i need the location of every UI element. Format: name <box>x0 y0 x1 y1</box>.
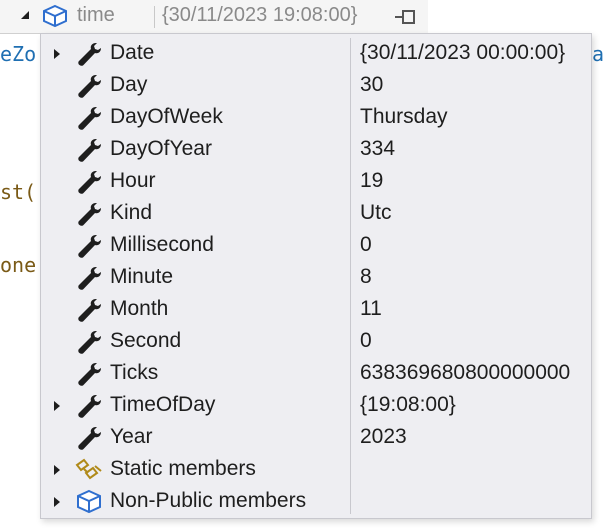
member-row[interactable]: Hour 19 <box>41 166 593 198</box>
member-row[interactable]: Static members <box>41 454 593 486</box>
wrench-icon <box>75 201 103 227</box>
expand-arrow-icon[interactable] <box>54 497 60 507</box>
member-name: Millisecond <box>110 233 214 256</box>
member-name: Year <box>110 425 153 448</box>
member-value: Thursday <box>360 105 448 128</box>
wrench-icon <box>75 73 103 99</box>
member-row[interactable]: Millisecond 0 <box>41 230 593 262</box>
datatip-popup: Date {30/11/2023 00:00:00} Day 30 DayOfWeek T… <box>40 33 592 519</box>
member-row[interactable]: Non-Public members <box>41 486 593 518</box>
member-value: 2023 <box>360 425 407 448</box>
variable-value: {30/11/2023 19:08:00} <box>162 4 358 26</box>
member-value: 0 <box>360 329 372 352</box>
member-name: Kind <box>110 201 153 224</box>
member-name: Month <box>110 297 169 320</box>
wrench-icon <box>75 265 103 291</box>
wrench-icon <box>75 105 103 131</box>
member-value: 19 <box>360 169 384 192</box>
member-value: {30/11/2023 00:00:00} <box>360 41 566 64</box>
member-name: Hour <box>110 169 156 192</box>
wrench-icon <box>75 169 103 195</box>
cube-icon <box>75 489 103 515</box>
member-name: Second <box>110 329 182 352</box>
member-row[interactable]: Kind Utc <box>41 198 593 230</box>
member-name: Day <box>110 73 148 96</box>
wrench-icon <box>75 233 103 259</box>
collapse-arrow-icon[interactable] <box>21 11 29 19</box>
member-row[interactable]: TimeOfDay {19:08:00} <box>41 390 593 422</box>
member-value: 0 <box>360 233 372 256</box>
member-value: Utc <box>360 201 392 224</box>
cube-icon <box>43 4 67 28</box>
member-value: 638369680800000000 <box>360 361 571 384</box>
member-value: {19:08:00} <box>360 393 456 416</box>
member-name: DayOfWeek <box>110 105 223 128</box>
member-row[interactable]: Ticks 638369680800000000 <box>41 358 593 390</box>
wrench-icon <box>75 425 103 451</box>
code-fragment-2: st( <box>0 180 37 204</box>
wrench-icon <box>75 137 103 163</box>
expand-arrow-icon[interactable] <box>54 401 60 411</box>
expand-arrow-icon[interactable] <box>54 49 60 59</box>
wrench-icon <box>75 41 103 67</box>
wrench-icon <box>75 393 103 419</box>
member-value: 334 <box>360 137 396 160</box>
code-fragment-1: eZo <box>0 42 37 66</box>
header-separator <box>154 6 155 28</box>
member-name: TimeOfDay <box>110 393 216 416</box>
wrench-icon <box>75 297 103 323</box>
expand-arrow-icon[interactable] <box>54 465 60 475</box>
wrench-icon <box>75 361 103 387</box>
code-fragment-3: one <box>0 253 37 277</box>
member-value: 30 <box>360 73 384 96</box>
wrench-icon <box>75 329 103 355</box>
member-name: Minute <box>110 265 174 288</box>
datatip-header: time {30/11/2023 19:08:00} <box>0 0 428 34</box>
member-row[interactable]: Date {30/11/2023 00:00:00} <box>41 38 593 70</box>
member-row[interactable]: Day 30 <box>41 70 593 102</box>
pin-icon[interactable] <box>394 8 420 26</box>
member-name: Non-Public members <box>110 489 307 512</box>
member-row[interactable]: Month 11 <box>41 294 593 326</box>
code-fragment-1-right: a <box>592 42 605 66</box>
member-row[interactable]: DayOfWeek Thursday <box>41 102 593 134</box>
member-name: DayOfYear <box>110 137 212 160</box>
member-row[interactable]: DayOfYear 334 <box>41 134 593 166</box>
member-name: Ticks <box>110 361 159 384</box>
member-row[interactable]: Second 0 <box>41 326 593 358</box>
member-value: 11 <box>360 297 382 320</box>
member-name: Static members <box>110 457 256 480</box>
static-members-icon <box>75 457 103 483</box>
member-value: 8 <box>360 265 372 288</box>
member-name: Date <box>110 41 155 64</box>
member-row[interactable]: Year 2023 <box>41 422 593 454</box>
variable-name: time <box>77 4 115 26</box>
member-row[interactable]: Minute 8 <box>41 262 593 294</box>
